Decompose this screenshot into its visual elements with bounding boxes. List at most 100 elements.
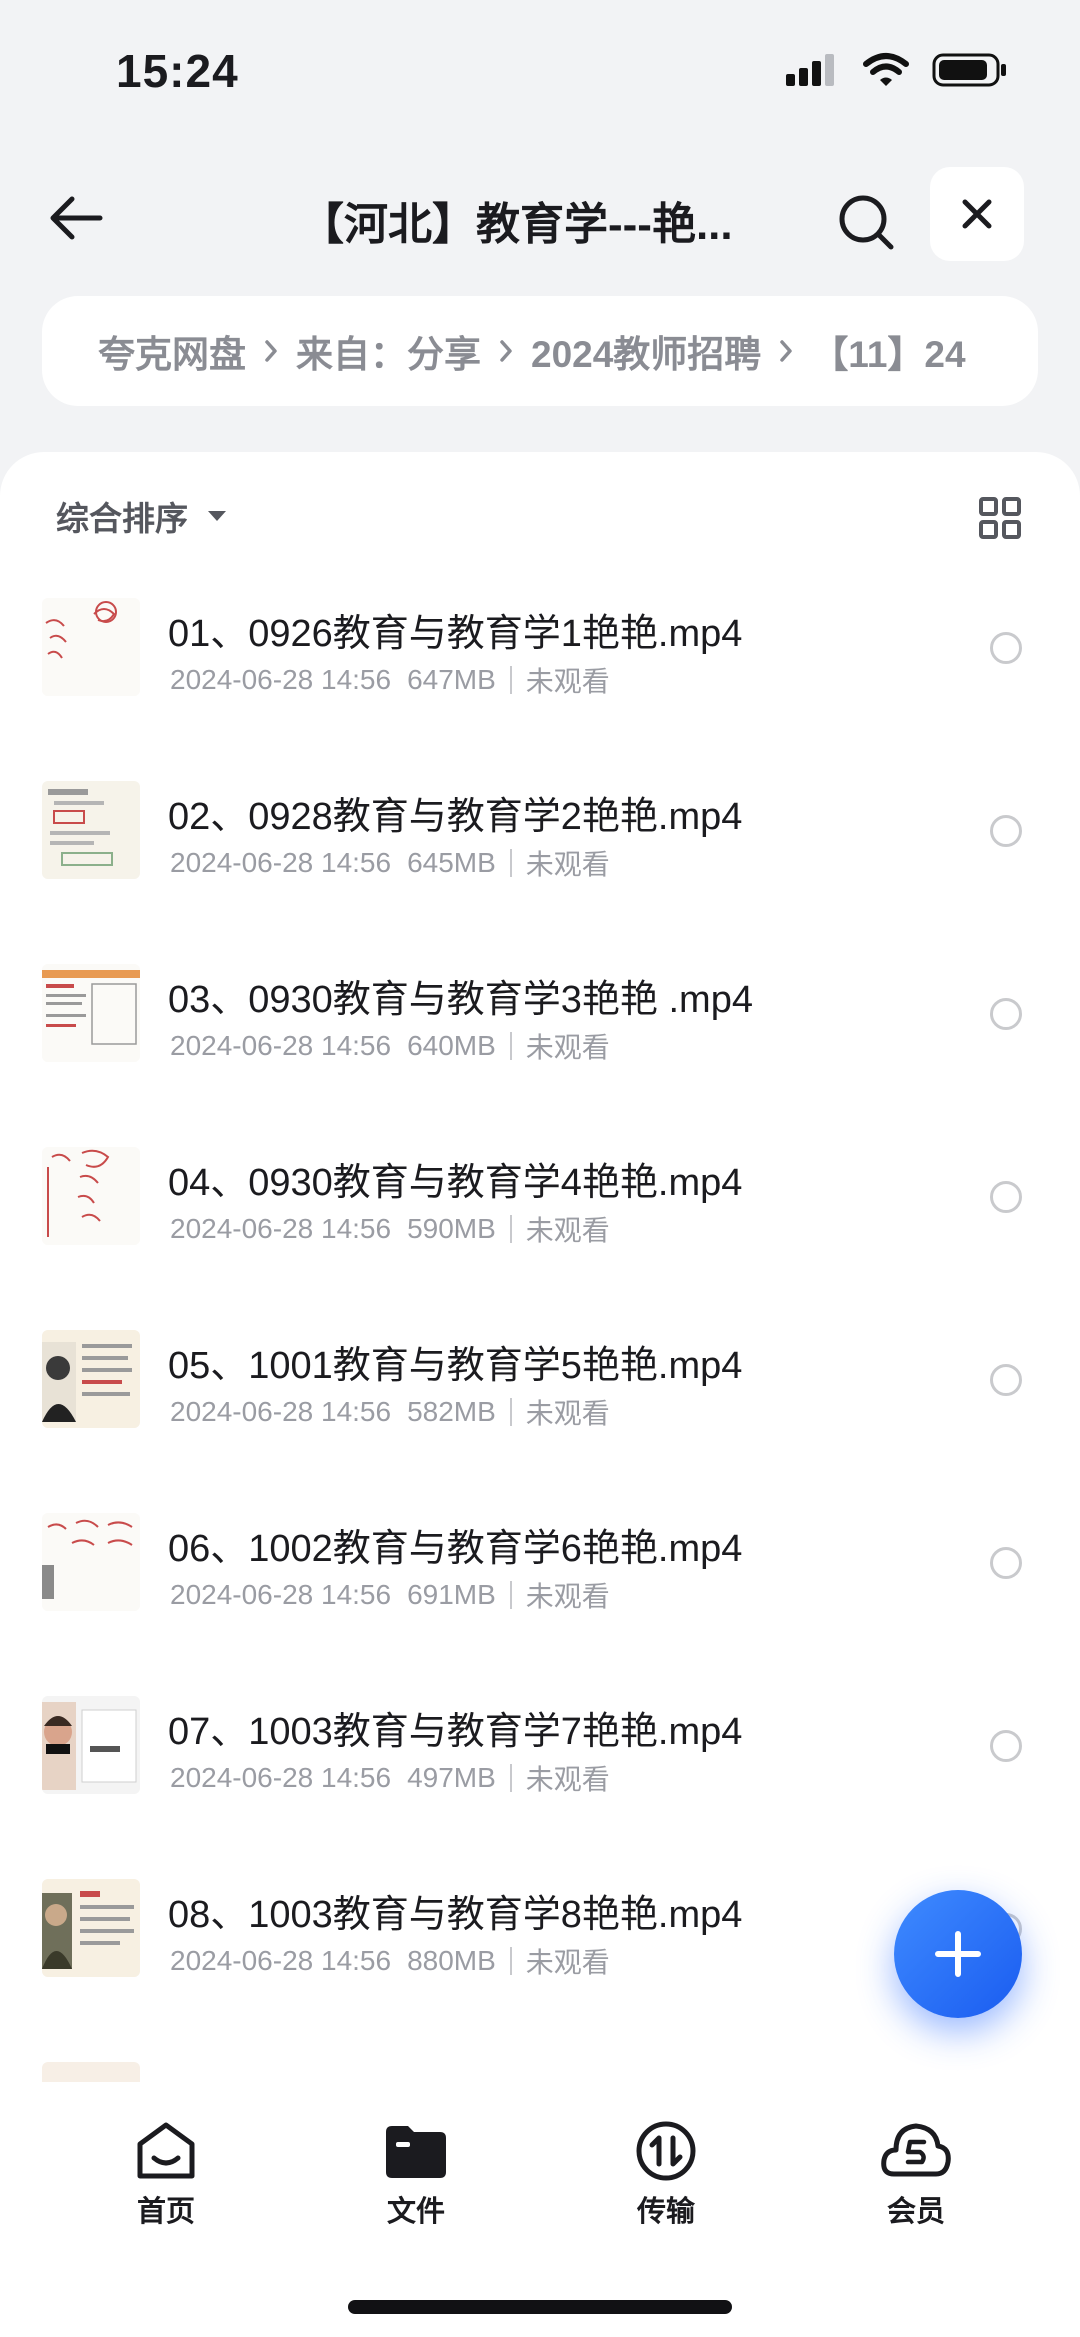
transfer-icon (636, 2121, 696, 2181)
file-size: 582MB (407, 1396, 496, 1427)
breadcrumb-item-root[interactable]: 夸克网盘 (98, 324, 246, 378)
search-icon (839, 195, 894, 250)
file-date: 2024-06-28 14:56 (170, 1762, 392, 1793)
tab-member[interactable]: 会员 (846, 2120, 986, 2230)
folder-icon (386, 2126, 446, 2178)
sort-dropdown[interactable]: 综合排序 (56, 492, 228, 540)
select-radio[interactable] (990, 998, 1022, 1030)
breadcrumb-item-share[interactable]: 来自：分享 (296, 324, 481, 378)
watch-status: 未观看 (525, 1398, 610, 1429)
file-row[interactable]: 02、0928教育与教育学2艳艳.mp4 2024-06-28 14:56 64… (0, 765, 1080, 948)
watch-status: 未观看 (525, 1215, 610, 1246)
file-row[interactable]: 03、0930教育与教育学3艳艳 .mp4 2024-06-28 14:56 6… (0, 948, 1080, 1131)
plus-icon (935, 1931, 981, 1977)
file-meta: 2024-06-28 14:56 691MB 未观看 (170, 1575, 610, 1615)
file-name: 03、0930教育与教育学3艳艳 .mp4 (168, 979, 753, 1021)
watch-status: 未观看 (525, 1581, 610, 1612)
grid-icon (979, 497, 1021, 539)
tab-label: 文件 (386, 2196, 445, 2228)
status-icons (784, 52, 1008, 88)
file-row[interactable]: 06、1002教育与教育学6艳艳.mp4 2024-06-28 14:56 69… (0, 1497, 1080, 1680)
select-radio[interactable] (990, 1181, 1022, 1213)
file-meta: 2024-06-28 14:56 880MB 未观看 (170, 1941, 610, 1981)
video-thumbnail (42, 1330, 140, 1428)
member-icon (881, 2123, 951, 2177)
grid-view-button[interactable] (970, 488, 1030, 548)
file-meta: 2024-06-28 14:56 497MB 未观看 (170, 1758, 610, 1798)
file-row[interactable]: 07、1003教育与教育学7艳艳.mp4 2024-06-28 14:56 49… (0, 1680, 1080, 1863)
tab-label: 首页 (136, 2196, 195, 2228)
file-size: 880MB (407, 1945, 496, 1976)
video-thumbnail (42, 1513, 140, 1611)
select-radio[interactable] (990, 1364, 1022, 1396)
page-title: 【河北】教育学---艳... (300, 200, 733, 249)
file-size: 640MB (407, 1030, 496, 1061)
file-name: 08、1003教育与教育学8艳艳.mp4 (168, 1894, 743, 1936)
file-row-partial[interactable] (0, 2046, 1080, 2082)
tab-transfer[interactable]: 传输 (596, 2120, 736, 2230)
file-panel: 综合排序 01、0926教育与教育学1艳艳.mp4 2024-06-28 14:… (0, 452, 1080, 2337)
add-button[interactable] (894, 1890, 1022, 2018)
back-button[interactable] (36, 178, 116, 258)
file-meta: 2024-06-28 14:56 645MB 未观看 (170, 843, 610, 883)
file-row[interactable]: 04、0930教育与教育学4艳艳.mp4 2024-06-28 14:56 59… (0, 1131, 1080, 1314)
close-icon (962, 199, 992, 229)
file-name: 02、0928教育与教育学2艳艳.mp4 (168, 796, 743, 838)
file-size: 590MB (407, 1213, 496, 1244)
chevron-right-icon (779, 339, 793, 363)
chevron-right-icon (499, 339, 513, 363)
home-icon (137, 2122, 195, 2179)
select-radio[interactable] (990, 632, 1022, 664)
tab-label: 传输 (636, 2196, 695, 2228)
watch-status: 未观看 (525, 1032, 610, 1063)
file-name: 01、0926教育与教育学1艳艳.mp4 (168, 613, 743, 655)
watch-status: 未观看 (525, 1764, 610, 1795)
file-date: 2024-06-28 14:56 (170, 1396, 392, 1427)
home-indicator (348, 2300, 732, 2314)
file-name: 04、0930教育与教育学4艳艳.mp4 (168, 1162, 743, 1204)
file-row[interactable]: 01、0926教育与教育学1艳艳.mp4 2024-06-28 14:56 64… (0, 582, 1080, 765)
file-size: 691MB (407, 1579, 496, 1610)
back-arrow-icon (50, 196, 103, 240)
video-thumbnail (42, 598, 140, 696)
select-radio[interactable] (990, 815, 1022, 847)
file-list: 01、0926教育与教育学1艳艳.mp4 2024-06-28 14:56 64… (0, 582, 1080, 2082)
breadcrumb: 夸克网盘 来自：分享 2024教师招聘 【11】24 (42, 296, 1038, 406)
cellular-signal-icon (786, 54, 834, 86)
file-name: 07、1003教育与教育学7艳艳.mp4 (168, 1711, 743, 1753)
status-bar: 15:24 (0, 0, 1080, 140)
chevron-right-icon (264, 339, 278, 363)
tab-home[interactable]: 首页 (96, 2120, 236, 2230)
battery-icon (932, 53, 1006, 87)
select-radio[interactable] (990, 1547, 1022, 1579)
file-date: 2024-06-28 14:56 (170, 1579, 392, 1610)
video-thumbnail (42, 781, 140, 879)
file-size: 647MB (407, 664, 496, 695)
video-thumbnail (42, 1696, 140, 1794)
select-radio[interactable] (990, 1730, 1022, 1762)
file-size: 645MB (407, 847, 496, 878)
file-meta: 2024-06-28 14:56 582MB 未观看 (170, 1392, 610, 1432)
file-date: 2024-06-28 14:56 (170, 847, 392, 878)
file-row[interactable]: 05、1001教育与教育学5艳艳.mp4 2024-06-28 14:56 58… (0, 1314, 1080, 1497)
breadcrumb-item-current[interactable]: 【11】24 (811, 324, 965, 378)
tab-files[interactable]: 文件 (346, 2120, 486, 2230)
sort-label: 综合排序 (56, 500, 188, 537)
breadcrumb-item-recruit[interactable]: 2024教师招聘 (531, 324, 761, 378)
status-time: 15:24 (116, 45, 239, 97)
video-thumbnail (42, 2062, 140, 2082)
search-button[interactable] (826, 182, 906, 262)
file-date: 2024-06-28 14:56 (170, 664, 392, 695)
watch-status: 未观看 (525, 849, 610, 880)
file-date: 2024-06-28 14:56 (170, 1030, 392, 1061)
wifi-icon (863, 53, 909, 86)
file-name: 06、1002教育与教育学6艳艳.mp4 (168, 1528, 743, 1570)
video-thumbnail (42, 964, 140, 1062)
video-thumbnail (42, 1147, 140, 1245)
caret-down-icon (208, 511, 226, 521)
watch-status: 未观看 (525, 666, 610, 697)
file-name: 05、1001教育与教育学5艳艳.mp4 (168, 1345, 743, 1387)
file-date: 2024-06-28 14:56 (170, 1945, 392, 1976)
close-button[interactable] (930, 167, 1024, 261)
file-meta: 2024-06-28 14:56 640MB 未观看 (170, 1026, 610, 1066)
